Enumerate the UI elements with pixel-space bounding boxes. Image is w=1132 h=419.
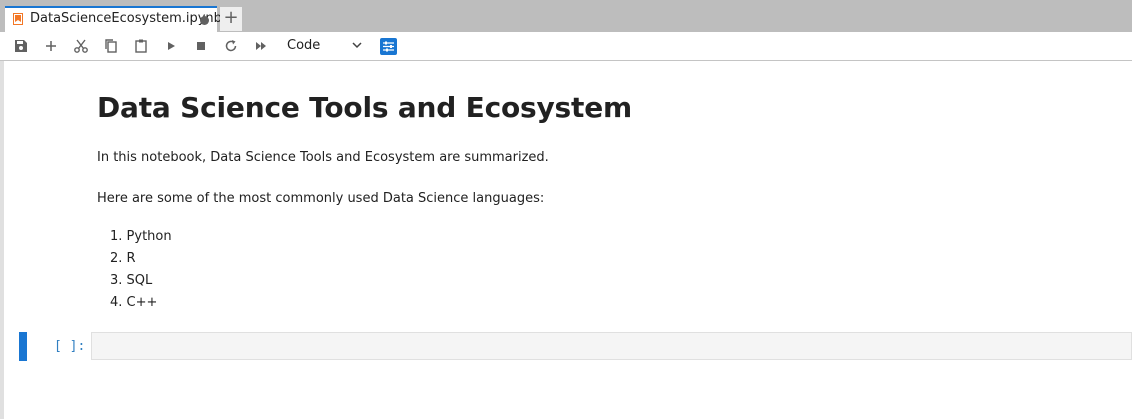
- restart-icon: [225, 40, 237, 52]
- paste-button[interactable]: [133, 38, 149, 54]
- cut-button[interactable]: [73, 38, 89, 54]
- list-item: 2. R: [110, 251, 136, 266]
- notebook-toolbar: Code: [0, 32, 1132, 61]
- copy-button[interactable]: [103, 38, 119, 54]
- markdown-heading: Data Science Tools and Ecosystem: [97, 91, 632, 124]
- property-inspector-button[interactable]: [380, 38, 397, 55]
- active-cell-indicator[interactable]: [19, 332, 27, 361]
- restart-run-all-button[interactable]: [253, 38, 269, 54]
- intro-paragraph: In this notebook, Data Science Tools and…: [97, 150, 549, 165]
- list-item: 1. Python: [110, 229, 172, 244]
- paste-icon: [135, 39, 147, 53]
- languages-list: 1. Python 2. R 3. SQL 4. C++: [97, 226, 172, 314]
- property-inspector-icon: [383, 41, 394, 52]
- code-cell-input[interactable]: [91, 332, 1132, 360]
- insert-cell-button[interactable]: [43, 38, 59, 54]
- add-icon: [46, 41, 56, 51]
- tab-bar: DataScienceEcosystem.ipynb +: [0, 0, 1132, 32]
- chevron-down-icon[interactable]: [351, 40, 363, 50]
- run-icon: [168, 42, 175, 50]
- new-tab-button[interactable]: +: [220, 7, 242, 31]
- input-prompt: [ ]:: [54, 339, 86, 354]
- run-all-icon: [256, 42, 266, 50]
- save-icon: [15, 40, 27, 52]
- unsaved-indicator-icon[interactable]: [200, 16, 209, 25]
- list-item: 3. SQL: [110, 273, 153, 288]
- run-button[interactable]: [163, 38, 179, 54]
- cut-icon: [74, 39, 88, 53]
- copy-icon: [105, 39, 117, 53]
- list-item: 4. C++: [110, 295, 158, 310]
- cell-type-value: Code: [287, 38, 321, 53]
- languages-intro: Here are some of the most commonly used …: [97, 191, 545, 206]
- restart-button[interactable]: [223, 38, 239, 54]
- notebook-icon: [13, 13, 23, 25]
- notebook-left-border: [0, 61, 4, 419]
- tab-notebook[interactable]: DataScienceEcosystem.ipynb: [5, 6, 222, 32]
- save-button[interactable]: [13, 38, 29, 54]
- tab-label: DataScienceEcosystem.ipynb: [30, 11, 222, 26]
- jupyter-window: DataScienceEcosystem.ipynb + Code Data S…: [0, 0, 1132, 419]
- stop-icon: [197, 42, 205, 50]
- stop-button[interactable]: [193, 38, 209, 54]
